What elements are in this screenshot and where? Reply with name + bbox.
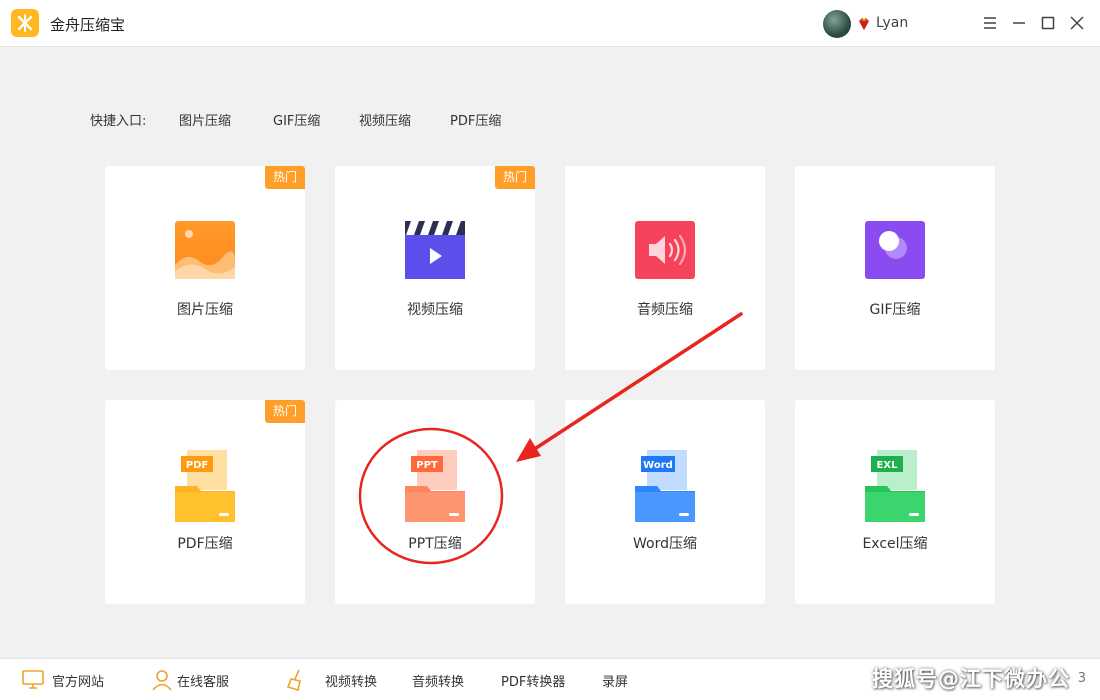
avatar[interactable] bbox=[823, 10, 851, 38]
menu-icon[interactable] bbox=[979, 12, 1001, 34]
monitor-icon bbox=[20, 667, 46, 693]
card-label: Excel压缩 bbox=[862, 536, 928, 552]
card-label: PPT压缩 bbox=[408, 536, 462, 552]
card-label: 图片压缩 bbox=[177, 302, 233, 318]
footer-pdf-converter[interactable]: PDF转换器 bbox=[501, 671, 565, 691]
svg-text:PDF: PDF bbox=[186, 460, 208, 471]
quick-link-image[interactable]: 图片压缩 bbox=[179, 110, 231, 129]
pdf-folder-icon: PDF bbox=[175, 448, 235, 524]
maximize-icon[interactable] bbox=[1037, 12, 1059, 34]
excel-folder-icon: EXL bbox=[865, 448, 925, 524]
app-title: 金舟压缩宝 bbox=[50, 16, 126, 34]
footer-official-site[interactable]: 官方网站 bbox=[52, 671, 104, 691]
video-icon bbox=[405, 221, 465, 281]
username[interactable]: Lyan bbox=[876, 15, 908, 31]
card-pdf-compress[interactable]: 热门 PDF PDF压缩 bbox=[105, 400, 305, 604]
vip-diamond-icon bbox=[856, 16, 872, 32]
card-label: 音频压缩 bbox=[637, 302, 693, 318]
card-word-compress[interactable]: Word Word压缩 bbox=[565, 400, 765, 604]
svg-text:Word: Word bbox=[643, 460, 673, 471]
minimize-icon[interactable] bbox=[1008, 12, 1030, 34]
support-person-icon bbox=[149, 667, 175, 693]
quick-link-pdf[interactable]: PDF压缩 bbox=[450, 110, 501, 129]
svg-text:PPT: PPT bbox=[416, 460, 438, 471]
card-label: Word压缩 bbox=[633, 536, 697, 552]
svg-text:EXL: EXL bbox=[877, 460, 899, 471]
hot-badge: 热门 bbox=[265, 166, 305, 189]
card-excel-compress[interactable]: EXL Excel压缩 bbox=[795, 400, 995, 604]
footer-online-service[interactable]: 在线客服 bbox=[177, 671, 229, 691]
footer-video-convert[interactable]: 视频转换 bbox=[325, 671, 377, 691]
card-image-compress[interactable]: 热门 图片压缩 bbox=[105, 166, 305, 370]
title-bar: 金舟压缩宝 Lyan bbox=[0, 0, 1100, 47]
version-label: 3 bbox=[1077, 671, 1086, 686]
quick-link-gif[interactable]: GIF压缩 bbox=[273, 110, 320, 129]
quick-link-video[interactable]: 视频压缩 bbox=[359, 110, 411, 129]
hot-badge: 热门 bbox=[265, 400, 305, 423]
card-ppt-compress[interactable]: PPT PPT压缩 bbox=[335, 400, 535, 604]
card-audio-compress[interactable]: 音频压缩 bbox=[565, 166, 765, 370]
broom-icon bbox=[283, 667, 309, 693]
watermark-text: 搜狐号@江下微办公 bbox=[872, 667, 1070, 691]
card-label: PDF压缩 bbox=[177, 536, 233, 552]
gif-icon bbox=[865, 221, 925, 281]
quick-entry-label: 快捷入口: bbox=[90, 114, 147, 129]
hot-badge: 热门 bbox=[495, 166, 535, 189]
image-icon bbox=[175, 221, 235, 281]
word-folder-icon: Word bbox=[635, 448, 695, 524]
footer-audio-convert[interactable]: 音频转换 bbox=[412, 671, 464, 691]
card-label: 视频压缩 bbox=[407, 302, 463, 318]
card-video-compress[interactable]: 热门 视频压缩 bbox=[335, 166, 535, 370]
card-gif-compress[interactable]: GIF压缩 bbox=[795, 166, 995, 370]
close-icon[interactable] bbox=[1066, 12, 1088, 34]
audio-icon bbox=[635, 221, 695, 281]
ppt-folder-icon: PPT bbox=[405, 448, 465, 524]
footer-screen-record[interactable]: 录屏 bbox=[602, 671, 628, 691]
app-logo-icon bbox=[11, 9, 39, 37]
card-label: GIF压缩 bbox=[869, 302, 921, 318]
